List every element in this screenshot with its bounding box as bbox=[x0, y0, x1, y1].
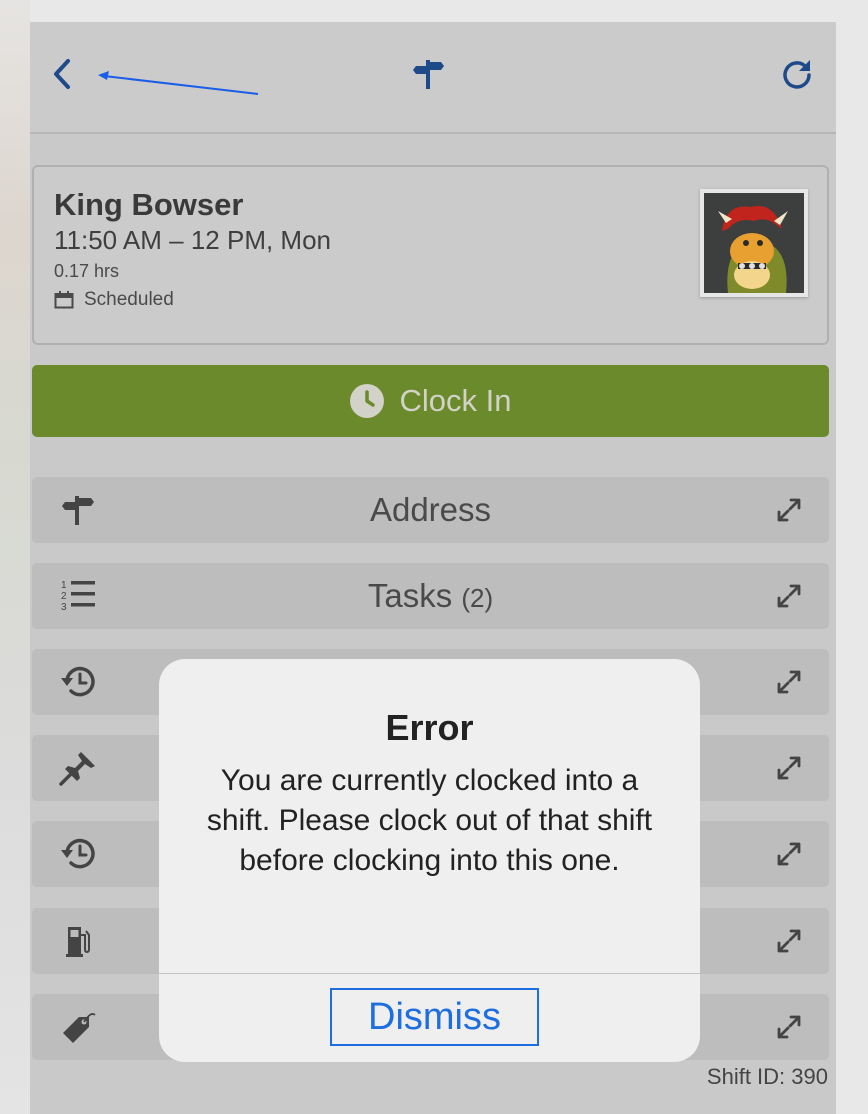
window-top-strip bbox=[0, 0, 868, 22]
error-alert-dialog: Error You are currently clocked into a s… bbox=[159, 659, 700, 1062]
window-right-strip bbox=[836, 0, 868, 1114]
window-left-strip bbox=[0, 0, 30, 1114]
alert-message: You are currently clocked into a shift. … bbox=[206, 764, 653, 877]
dismiss-button[interactable]: Dismiss bbox=[330, 988, 539, 1046]
app-screen: King Bowser 11:50 AM – 12 PM, Mon 0.17 h… bbox=[30, 22, 836, 1114]
alert-divider bbox=[159, 973, 700, 974]
alert-title: Error bbox=[385, 707, 474, 748]
